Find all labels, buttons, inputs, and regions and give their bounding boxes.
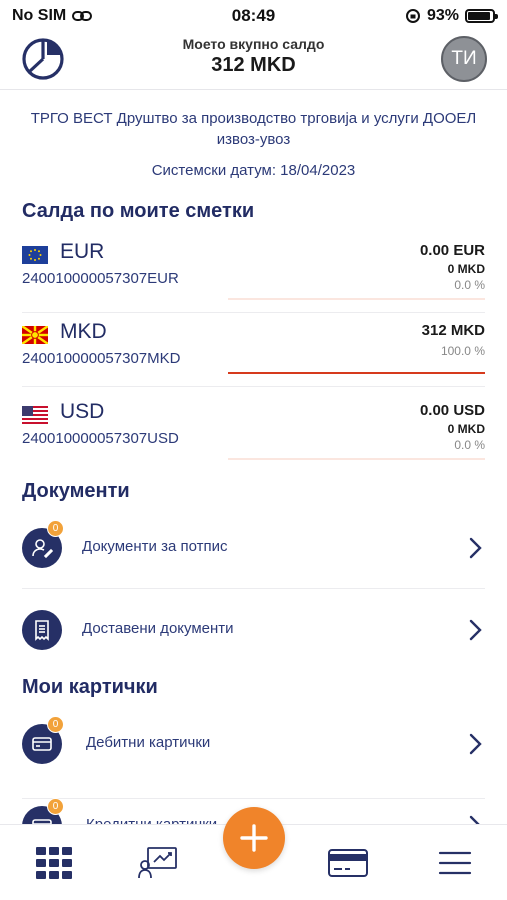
menu-item-label: Документи за потпис xyxy=(82,538,228,555)
grid-menu-icon[interactable] xyxy=(34,843,74,883)
account-percent: 0.0 % xyxy=(454,438,485,452)
account-row-eur[interactable]: EUR 240010000057307EUR 0.00 EUR 0 MKD 0.… xyxy=(0,236,507,313)
account-currency: EUR xyxy=(60,240,105,263)
tab-bar xyxy=(0,807,507,900)
status-bar: No SIM 08:49 93% xyxy=(0,0,507,32)
notification-badge: 0 xyxy=(47,716,64,733)
orientation-lock-icon xyxy=(405,9,420,23)
system-date: Системски датум: 18/04/2023 xyxy=(151,162,356,179)
menu-item-label: Дебитни картички xyxy=(86,734,211,751)
account-amount: 312 MKD xyxy=(421,322,485,339)
presentation-icon[interactable] xyxy=(138,843,178,883)
documents-section-title: Документи xyxy=(22,480,130,502)
account-percent: 0.0 % xyxy=(454,278,485,292)
hamburger-menu-icon[interactable] xyxy=(435,843,475,883)
battery-percent: 93% xyxy=(426,7,459,24)
notification-badge: 0 xyxy=(47,520,64,537)
account-currency: USD xyxy=(60,400,105,423)
share-bar xyxy=(228,458,485,460)
chevron-right-icon xyxy=(469,733,482,755)
delivered-document-icon xyxy=(22,610,62,650)
status-right: 93% xyxy=(405,7,498,25)
add-icon[interactable] xyxy=(223,807,285,869)
pie-chart-icon[interactable] xyxy=(20,36,66,82)
account-row-mkd[interactable]: MKD 240010000057307MKD 312 MKD 100.0 % xyxy=(0,316,507,390)
mk-flag-icon xyxy=(22,326,48,344)
chevron-right-icon xyxy=(469,619,482,641)
cards-section-title: Мои картички xyxy=(22,676,158,698)
notification-badge: 0 xyxy=(47,798,64,815)
eu-flag-icon xyxy=(22,246,48,264)
divider xyxy=(22,588,485,589)
battery-fill xyxy=(468,12,491,20)
share-bar xyxy=(228,298,485,300)
accounts-section-title: Салда по моите сметки xyxy=(22,200,255,222)
link-icon xyxy=(72,11,93,21)
carrier-label: No SIM xyxy=(12,7,67,24)
total-balance: Моето вкупно салдо 312 MKD xyxy=(100,36,407,77)
company-name: ТРГО ВЕСТ Друштво за производство тргови… xyxy=(30,110,477,148)
avatar[interactable]: ТИ xyxy=(441,36,487,82)
menu-item-documents-to-sign[interactable]: 0 Документи за потпис xyxy=(0,518,507,578)
us-flag-icon xyxy=(22,406,48,424)
account-amount-mkd: 0 MKD xyxy=(447,422,485,436)
account-amount: 0.00 EUR xyxy=(419,242,485,259)
menu-item-delivered-documents[interactable]: Доставени документи xyxy=(0,600,507,660)
menu-item-label: Доставени документи xyxy=(82,620,234,637)
chevron-right-icon xyxy=(469,537,482,559)
account-number: 240010000057307EUR xyxy=(22,270,179,287)
account-amount: 0.00 USD xyxy=(419,402,485,419)
battery-icon xyxy=(465,9,498,23)
share-bar xyxy=(228,372,485,374)
card-icon[interactable] xyxy=(328,843,368,883)
account-currency: MKD xyxy=(60,320,107,343)
balance-value: 312 MKD xyxy=(211,54,296,76)
status-left: No SIM xyxy=(12,7,93,25)
divider xyxy=(22,386,485,387)
app-header: Моето вкупно салдо 312 MKD ТИ xyxy=(0,32,507,90)
account-amount-mkd: 0 MKD xyxy=(447,262,485,276)
account-number: 240010000057307USD xyxy=(22,430,179,447)
balance-subtitle: Моето вкупно салдо xyxy=(182,36,325,52)
divider xyxy=(22,312,485,313)
menu-item-debit-cards[interactable]: 0 Дебитни картички xyxy=(0,714,507,774)
account-number: 240010000057307MKD xyxy=(22,350,181,367)
share-bar-fill xyxy=(228,372,485,374)
account-percent: 100.0 % xyxy=(440,344,485,358)
account-row-usd[interactable]: USD 240010000057307USD 0.00 USD 0 MKD 0.… xyxy=(0,396,507,470)
